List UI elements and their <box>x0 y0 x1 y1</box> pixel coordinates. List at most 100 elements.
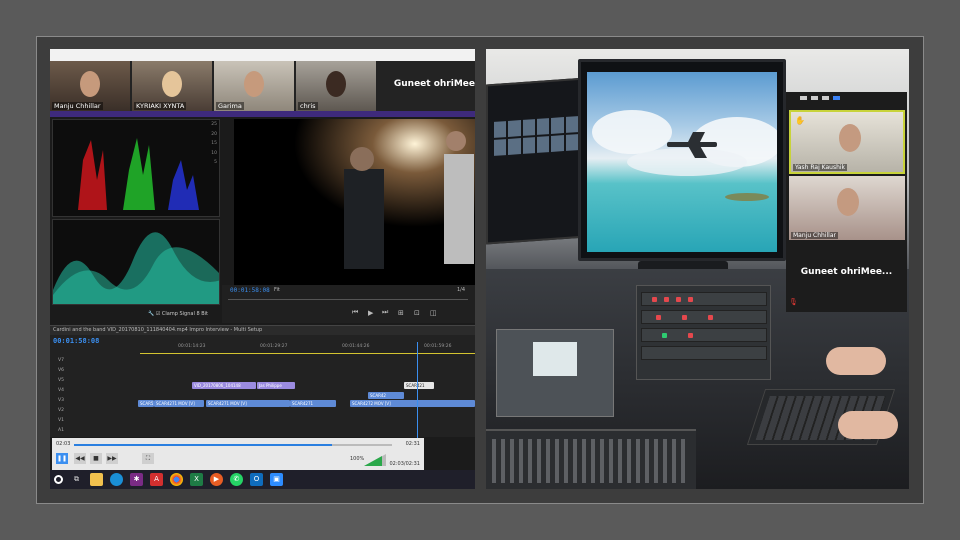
tick-label: 20 <box>211 131 217 137</box>
broadcast-unit-screen <box>496 329 614 417</box>
fullscreen-button[interactable]: ⛶ <box>142 453 154 464</box>
timeline-clip[interactable]: SCAR421 <box>404 382 434 389</box>
zoom-icon[interactable]: ▣ <box>270 473 283 486</box>
timeline-panel: Cardini and the band VID_20170810_111840… <box>50 325 475 438</box>
playhead[interactable] <box>417 342 418 438</box>
task-view-icon[interactable]: ⧉ <box>70 473 83 486</box>
start-circle-icon[interactable] <box>54 475 63 484</box>
grid-view-icon[interactable] <box>833 96 840 100</box>
side-monitor-thumbnails <box>494 116 578 156</box>
view-toggle-icon[interactable] <box>800 96 807 100</box>
overwrite-icon[interactable]: ⊡ <box>414 309 420 317</box>
track-header[interactable]: V3 <box>50 396 138 405</box>
export-frame-icon[interactable]: ◫ <box>430 309 437 317</box>
pause-button[interactable]: ❚❚ <box>56 453 68 464</box>
scope-ticks: 25 20 15 10 5 <box>211 120 217 168</box>
monitor-scrubber[interactable] <box>228 299 468 300</box>
resolution-dropdown[interactable]: 1/4 <box>457 287 465 293</box>
gallery-tile[interactable]: Manju Chhillar <box>50 61 130 111</box>
muted-mic-icon: 🎙 <box>789 298 798 306</box>
hand <box>826 347 886 375</box>
scope-options: 🔧 ☑ Clamp Signal 8 Bit <box>148 311 208 317</box>
ruler-label: 00:01:29:27 <box>260 344 288 349</box>
wrench-icon[interactable]: 🔧 <box>148 311 154 317</box>
side-monitor <box>486 77 586 245</box>
forward-button[interactable]: ▶▶ <box>106 453 118 464</box>
gallery-tile[interactable]: Garima <box>214 61 294 111</box>
file-explorer-icon[interactable] <box>90 473 103 486</box>
time-ruler[interactable]: 00:01:14:23 00:01:29:27 00:01:44:26 00:0… <box>140 344 475 352</box>
track-header[interactable]: V1 <box>50 416 138 425</box>
acrobat-icon[interactable]: A <box>150 473 163 486</box>
timeline-tabs[interactable]: Cardini and the band VID_20170810_111840… <box>50 326 475 335</box>
timeline-clip[interactable]: SCAR5 <box>138 400 154 407</box>
participant-avatar <box>80 71 100 97</box>
window-top-bar <box>50 49 475 61</box>
timeline-timecode[interactable]: 00:01:58:08 <box>53 337 99 345</box>
volume-slider[interactable] <box>364 454 386 466</box>
rack-unit <box>641 328 767 342</box>
gallery-tile[interactable]: chris <box>296 61 376 111</box>
track-header[interactable]: A1 <box>50 426 138 435</box>
track-header[interactable]: V2 <box>50 406 138 415</box>
gallery-view-controls[interactable] <box>786 92 907 108</box>
excel-icon[interactable]: X <box>190 473 203 486</box>
gallery-tile[interactable]: KYRIAKI XYNTA <box>132 61 212 111</box>
track-header[interactable]: V5 <box>50 376 138 385</box>
timeline-clip[interactable]: Jas Philippe <box>257 382 295 389</box>
insert-icon[interactable]: ⊞ <box>398 309 404 317</box>
participant-avatar <box>244 71 264 97</box>
seek-bar-fill <box>74 444 332 446</box>
program-monitor[interactable] <box>234 119 475 285</box>
timeline-clip[interactable]: SCAR4271 MOV [V] <box>206 400 290 407</box>
clamp-signal-label: Clamp Signal <box>161 311 195 317</box>
whatsapp-icon[interactable]: ✆ <box>230 473 243 486</box>
ruler-label: 00:01:59:26 <box>424 344 452 349</box>
rack-unit <box>641 310 767 324</box>
elapsed-time: 02:03 <box>56 441 71 447</box>
monitor-controls: 00:01:58:08 Fit 1/4 ⏮ ▶ ⏭ ⊞ ⊡ ◫ <box>222 285 475 323</box>
step-back-icon[interactable]: ⏮ <box>352 308 358 317</box>
slack-icon[interactable]: ✱ <box>130 473 143 486</box>
rgb-parade-graph <box>78 138 199 210</box>
ruler-label: 00:01:44:26 <box>342 344 370 349</box>
timeline-clip[interactable]: SCAR4272 MOV [V] <box>350 400 475 407</box>
timeline-clip[interactable]: SCAR4271 MOV [V] <box>154 400 204 407</box>
timeline-clip[interactable]: VID_20170806_104148 <box>192 382 256 389</box>
rgb-parade-scope: 25 20 15 10 5 <box>52 119 220 217</box>
stop-button[interactable]: ■ <box>90 453 102 464</box>
media-player-icon[interactable]: ▶ <box>210 473 223 486</box>
track-header[interactable]: V7 <box>50 356 138 365</box>
zoom-tile[interactable]: Manju Chhillar <box>789 176 905 240</box>
view-toggle-icon[interactable] <box>811 96 818 100</box>
hardware-rack <box>636 285 771 380</box>
participant-name: KYRIAKI XYNTA <box>134 102 187 110</box>
host-name-label: Guneet ohriMee... <box>800 267 893 277</box>
airplane-scene <box>592 110 777 201</box>
clamp-signal-checkbox[interactable]: ☑ <box>156 311 160 317</box>
track-header[interactable]: V6 <box>50 366 138 375</box>
play-icon[interactable]: ▶ <box>368 309 373 317</box>
work-area-bar[interactable] <box>140 353 475 354</box>
fit-dropdown[interactable]: Fit <box>274 287 280 293</box>
tick-label: 25 <box>211 122 217 127</box>
player-timecode: 02:03/02:31 <box>389 461 420 467</box>
waveform-graph <box>53 232 219 304</box>
rewind-button[interactable]: ◀◀ <box>74 453 86 464</box>
outlook-icon[interactable]: O <box>250 473 263 486</box>
timeline-clip[interactable]: SCAR4271 <box>290 400 336 407</box>
chrome-icon[interactable] <box>170 473 183 486</box>
zoom-tile[interactable]: ✋ Yash Raj Kaushik <box>789 110 905 174</box>
ruler-label: 00:01:14:23 <box>178 344 206 349</box>
participant-avatar <box>837 188 859 216</box>
participant-name: Manju Chhillar <box>52 102 103 110</box>
track-header[interactable]: V4 <box>50 386 138 395</box>
windows-taskbar: ⧉ ✱ A X ▶ ✆ O ▣ <box>50 470 475 489</box>
edge-icon[interactable] <box>110 473 123 486</box>
step-forward-icon[interactable]: ⏭ <box>382 308 388 317</box>
monitor-timecode: 00:01:58:08 <box>230 287 270 294</box>
bit-depth-label: 8 Bit <box>196 311 208 317</box>
seek-bar[interactable] <box>74 444 392 446</box>
view-toggle-icon[interactable] <box>822 96 829 100</box>
timeline-clip[interactable]: SCAR42 <box>368 392 404 399</box>
